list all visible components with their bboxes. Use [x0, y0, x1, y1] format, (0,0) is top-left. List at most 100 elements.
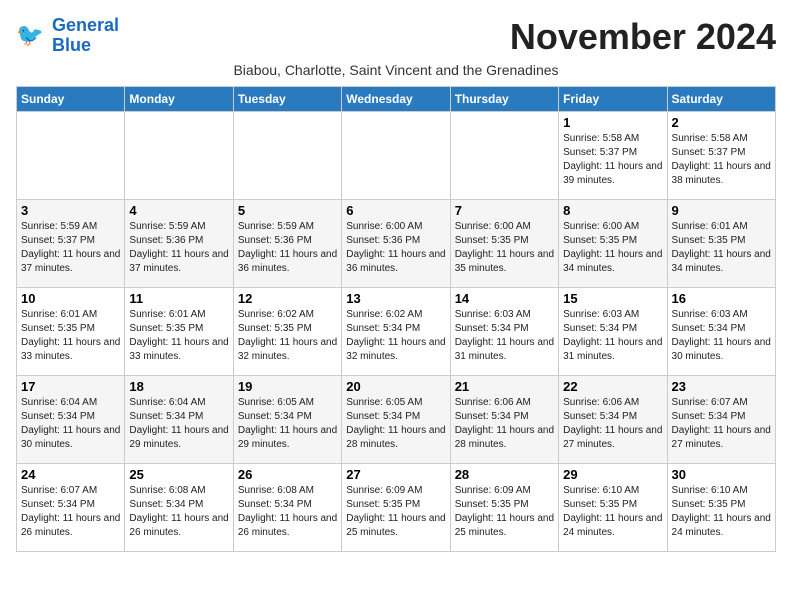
calendar-cell: 15Sunrise: 6:03 AM Sunset: 5:34 PM Dayli… [559, 288, 667, 376]
week-row-4: 17 Sunrise: 6:04 AM Sunset: 5:34 PM Dayli… [17, 376, 776, 464]
calendar-cell: 14 Sunrise: 6:03 AM Sunset: 5:34 PM Dayli… [450, 288, 558, 376]
day-number: 16 [672, 291, 771, 306]
day-header-monday: Monday [125, 87, 233, 112]
day-info: Sunrise: 6:07 AM Sunset: 5:34 PM Dayligh… [21, 484, 120, 540]
calendar-cell: 18 Sunrise: 6:04 AM Sunset: 5:34 PM Dayli… [125, 376, 233, 464]
calendar-cell: 22 Sunrise: 6:06 AM Sunset: 5:34 PM Dayli… [559, 376, 667, 464]
day-info: Sunrise: 6:06 AM Sunset: 5:34 PM Dayligh… [563, 396, 662, 452]
week-row-3: 10 Sunrise: 6:01 AM Sunset: 5:35 PM Dayli… [17, 288, 776, 376]
day-info: Sunrise: 6:04 AM Sunset: 5:34 PM Dayligh… [129, 396, 228, 452]
calendar-cell: 1Sunrise: 5:58 AM Sunset: 5:37 PM Daylig… [559, 112, 667, 200]
day-header-thursday: Thursday [450, 87, 558, 112]
day-number: 24 [21, 467, 120, 482]
day-number: 17 [21, 379, 120, 394]
calendar-cell: 30Sunrise: 6:10 AM Sunset: 5:35 PM Dayli… [667, 464, 775, 552]
day-number: 6 [346, 203, 445, 218]
day-header-saturday: Saturday [667, 87, 775, 112]
day-info: Sunrise: 6:01 AM Sunset: 5:35 PM Dayligh… [129, 308, 228, 364]
calendar-cell: 28Sunrise: 6:09 AM Sunset: 5:35 PM Dayli… [450, 464, 558, 552]
day-info: Sunrise: 6:02 AM Sunset: 5:35 PM Dayligh… [238, 308, 337, 364]
day-number: 5 [238, 203, 337, 218]
calendar-cell: 17 Sunrise: 6:04 AM Sunset: 5:34 PM Dayli… [17, 376, 125, 464]
day-number: 1 [563, 115, 662, 130]
calendar-table: SundayMondayTuesdayWednesdayThursdayFrid… [16, 86, 776, 552]
day-number: 23 [672, 379, 771, 394]
page-header: 🐦 General Blue November 2024 [16, 16, 776, 58]
calendar-cell [342, 112, 450, 200]
day-info: Sunrise: 6:02 AM Sunset: 5:34 PM Dayligh… [346, 308, 445, 364]
calendar-cell: 4Sunrise: 5:59 AM Sunset: 5:36 PM Daylig… [125, 200, 233, 288]
day-header-tuesday: Tuesday [233, 87, 341, 112]
day-info: Sunrise: 5:59 AM Sunset: 5:36 PM Dayligh… [238, 220, 337, 276]
calendar-cell: 25 Sunrise: 6:08 AM Sunset: 5:34 PM Dayli… [125, 464, 233, 552]
day-info: Sunrise: 6:05 AM Sunset: 5:34 PM Dayligh… [346, 396, 445, 452]
location-subtitle: Biabou, Charlotte, Saint Vincent and the… [16, 62, 776, 78]
day-number: 15 [563, 291, 662, 306]
calendar-cell: 29 Sunrise: 6:10 AM Sunset: 5:35 PM Dayli… [559, 464, 667, 552]
day-number: 9 [672, 203, 771, 218]
day-info: Sunrise: 6:09 AM Sunset: 5:35 PM Dayligh… [346, 484, 445, 540]
week-row-2: 3Sunrise: 5:59 AM Sunset: 5:37 PM Daylig… [17, 200, 776, 288]
day-info: Sunrise: 6:06 AM Sunset: 5:34 PM Dayligh… [455, 396, 554, 452]
day-number: 2 [672, 115, 771, 130]
logo-text: General Blue [52, 16, 119, 56]
day-info: Sunrise: 6:03 AM Sunset: 5:34 PM Dayligh… [672, 308, 771, 364]
day-number: 18 [129, 379, 228, 394]
week-row-1: 1Sunrise: 5:58 AM Sunset: 5:37 PM Daylig… [17, 112, 776, 200]
calendar-cell: 8Sunrise: 6:00 AM Sunset: 5:35 PM Daylig… [559, 200, 667, 288]
day-info: Sunrise: 6:07 AM Sunset: 5:34 PM Dayligh… [672, 396, 771, 452]
day-info: Sunrise: 6:01 AM Sunset: 5:35 PM Dayligh… [672, 220, 771, 276]
calendar-cell: 19Sunrise: 6:05 AM Sunset: 5:34 PM Dayli… [233, 376, 341, 464]
day-number: 27 [346, 467, 445, 482]
day-info: Sunrise: 6:00 AM Sunset: 5:35 PM Dayligh… [455, 220, 554, 276]
day-info: Sunrise: 6:04 AM Sunset: 5:34 PM Dayligh… [21, 396, 120, 452]
calendar-cell: 5 Sunrise: 5:59 AM Sunset: 5:36 PM Daylig… [233, 200, 341, 288]
calendar-cell: 10 Sunrise: 6:01 AM Sunset: 5:35 PM Dayli… [17, 288, 125, 376]
day-number: 19 [238, 379, 337, 394]
calendar-cell [233, 112, 341, 200]
day-info: Sunrise: 5:59 AM Sunset: 5:36 PM Dayligh… [129, 220, 228, 276]
day-info: Sunrise: 6:01 AM Sunset: 5:35 PM Dayligh… [21, 308, 120, 364]
day-header-friday: Friday [559, 87, 667, 112]
calendar-cell: 26 Sunrise: 6:08 AM Sunset: 5:34 PM Dayli… [233, 464, 341, 552]
logo: 🐦 General Blue [16, 16, 119, 56]
day-number: 14 [455, 291, 554, 306]
day-info: Sunrise: 6:10 AM Sunset: 5:35 PM Dayligh… [563, 484, 662, 540]
svg-text:🐦: 🐦 [16, 22, 44, 47]
day-header-wednesday: Wednesday [342, 87, 450, 112]
day-number: 20 [346, 379, 445, 394]
calendar-body: 1Sunrise: 5:58 AM Sunset: 5:37 PM Daylig… [17, 112, 776, 552]
day-number: 3 [21, 203, 120, 218]
calendar-cell: 23 Sunrise: 6:07 AM Sunset: 5:34 PM Dayli… [667, 376, 775, 464]
title-block: November 2024 [510, 16, 776, 58]
calendar-cell [450, 112, 558, 200]
calendar-header: SundayMondayTuesdayWednesdayThursdayFrid… [17, 87, 776, 112]
calendar-cell: 6 Sunrise: 6:00 AM Sunset: 5:36 PM Daylig… [342, 200, 450, 288]
day-info: Sunrise: 6:09 AM Sunset: 5:35 PM Dayligh… [455, 484, 554, 540]
day-number: 10 [21, 291, 120, 306]
calendar-cell: 27 Sunrise: 6:09 AM Sunset: 5:35 PM Dayli… [342, 464, 450, 552]
day-number: 12 [238, 291, 337, 306]
day-info: Sunrise: 6:08 AM Sunset: 5:34 PM Dayligh… [238, 484, 337, 540]
day-number: 26 [238, 467, 337, 482]
day-number: 29 [563, 467, 662, 482]
month-title: November 2024 [510, 16, 776, 58]
logo-icon: 🐦 [16, 20, 48, 52]
day-number: 7 [455, 203, 554, 218]
day-info: Sunrise: 6:00 AM Sunset: 5:36 PM Dayligh… [346, 220, 445, 276]
day-info: Sunrise: 6:08 AM Sunset: 5:34 PM Dayligh… [129, 484, 228, 540]
day-number: 11 [129, 291, 228, 306]
calendar-cell: 11 Sunrise: 6:01 AM Sunset: 5:35 PM Dayli… [125, 288, 233, 376]
calendar-cell: 21 Sunrise: 6:06 AM Sunset: 5:34 PM Dayli… [450, 376, 558, 464]
day-number: 13 [346, 291, 445, 306]
calendar-cell: 12 Sunrise: 6:02 AM Sunset: 5:35 PM Dayli… [233, 288, 341, 376]
calendar-cell: 16 Sunrise: 6:03 AM Sunset: 5:34 PM Dayli… [667, 288, 775, 376]
calendar-cell [125, 112, 233, 200]
day-number: 21 [455, 379, 554, 394]
day-number: 22 [563, 379, 662, 394]
calendar-cell: 24 Sunrise: 6:07 AM Sunset: 5:34 PM Dayli… [17, 464, 125, 552]
calendar-cell: 2Sunrise: 5:58 AM Sunset: 5:37 PM Daylig… [667, 112, 775, 200]
day-number: 25 [129, 467, 228, 482]
day-info: Sunrise: 6:03 AM Sunset: 5:34 PM Dayligh… [455, 308, 554, 364]
calendar-cell: 9 Sunrise: 6:01 AM Sunset: 5:35 PM Daylig… [667, 200, 775, 288]
